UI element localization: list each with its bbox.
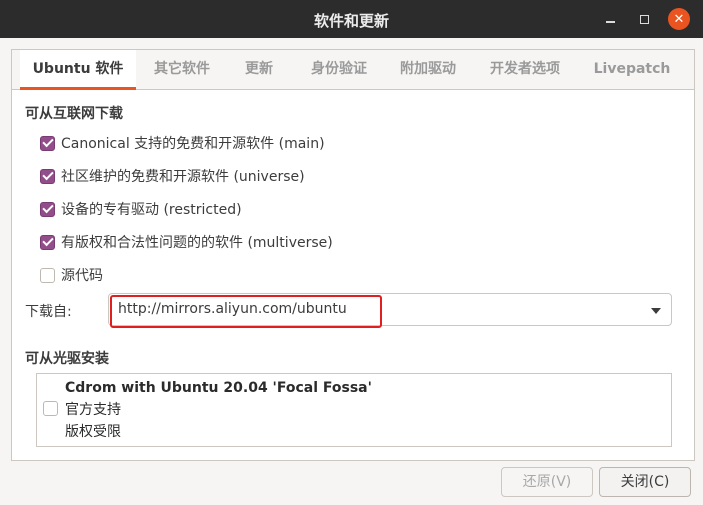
option-source-code[interactable]: 源代码 (40, 265, 103, 285)
option-multiverse[interactable]: 有版权和合法性问题的的软件 (multiverse) (40, 232, 333, 252)
option-restricted-label: 设备的专有驱动 (restricted) (61, 202, 242, 218)
option-main[interactable]: Canonical 支持的免费和开源软件 (main) (40, 133, 325, 153)
close-button[interactable]: 关闭(C) (599, 467, 691, 497)
minimize-icon (605, 21, 615, 23)
checkbox-checked-icon[interactable] (40, 234, 55, 250)
minimize-button[interactable] (598, 7, 622, 31)
title-bar[interactable]: 软件和更新 ✕ (0, 0, 703, 38)
close-window-button[interactable]: ✕ (668, 8, 690, 30)
maximize-button[interactable] (632, 7, 656, 31)
option-source-code-label: 源代码 (61, 268, 103, 284)
option-multiverse-label: 有版权和合法性问题的的软件 (multiverse) (61, 235, 333, 251)
tab-developer-options[interactable]: 开发者选项 (480, 50, 570, 89)
checkbox-checked-icon[interactable] (40, 201, 55, 217)
cdrom-item-line3: 版权受限 (65, 424, 121, 440)
download-from-label: 下载自: (25, 304, 72, 320)
tab-authentication[interactable]: 身份验证 (296, 50, 382, 89)
software-and-updates-window: 软件和更新 ✕ Ubuntu 软件 其它软件 更新 身份验证 附加驱动 开发者选… (0, 0, 703, 505)
cdrom-list: Cdrom with Ubuntu 20.04 'Focal Fossa' 官方… (36, 373, 672, 447)
dropdown-arrow-icon[interactable] (651, 308, 661, 314)
tab-updates[interactable]: 更新 (234, 50, 284, 89)
option-restricted[interactable]: 设备的专有驱动 (restricted) (40, 199, 242, 219)
checkbox-unchecked-icon[interactable] (40, 267, 55, 283)
tab-livepatch[interactable]: Livepatch (586, 50, 678, 89)
maximize-icon (639, 14, 649, 24)
tab-other-software[interactable]: 其它软件 (140, 50, 224, 89)
tab-ubuntu-software[interactable]: Ubuntu 软件 (20, 50, 136, 90)
tab-bar: Ubuntu 软件 其它软件 更新 身份验证 附加驱动 开发者选项 Livepa… (12, 50, 694, 90)
option-universe-label: 社区维护的免费和开源软件 (universe) (61, 169, 305, 185)
option-main-label: Canonical 支持的免费和开源软件 (main) (61, 136, 325, 152)
red-highlight-annotation (110, 295, 382, 328)
cdrom-item[interactable]: Cdrom with Ubuntu 20.04 'Focal Fossa' 官方… (65, 377, 372, 443)
revert-button[interactable]: 还原(V) (501, 467, 593, 497)
checkbox-checked-icon[interactable] (40, 168, 55, 184)
internet-section-title: 可从互联网下载 (25, 106, 123, 122)
tab-additional-drivers[interactable]: 附加驱动 (388, 50, 468, 89)
cdrom-item-line2: 官方支持 (65, 402, 121, 418)
checkbox-checked-icon[interactable] (40, 135, 55, 151)
close-icon: ✕ (673, 11, 685, 27)
checkbox-unchecked-icon[interactable] (43, 401, 58, 416)
cdrom-item-name: Cdrom with Ubuntu 20.04 'Focal Fossa' (65, 380, 372, 396)
cdrom-section-title: 可从光驱安装 (25, 351, 109, 367)
option-universe[interactable]: 社区维护的免费和开源软件 (universe) (40, 166, 305, 186)
